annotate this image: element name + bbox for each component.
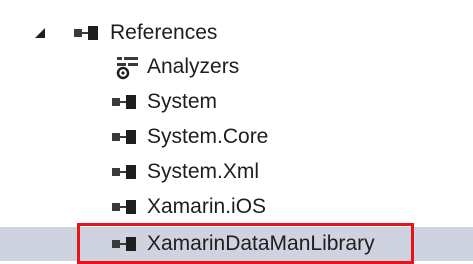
reference-icon [112, 199, 142, 215]
reference-icon [112, 164, 142, 180]
tree-item-label: XamarinDataManLibrary [147, 232, 375, 255]
tree-item-xamarindatamanlibrary[interactable]: XamarinDataManLibrary [0, 227, 473, 261]
references-label: References [110, 21, 218, 44]
tree-item-system-core[interactable]: System.Core [0, 120, 473, 154]
tree-item-xamarin-ios[interactable]: Xamarin.iOS [0, 190, 473, 224]
tree-item-label: Xamarin.iOS [147, 195, 267, 218]
reference-icon [112, 94, 142, 110]
tree-item-system-xml[interactable]: System.Xml [0, 155, 473, 189]
expanded-triangle-icon[interactable] [33, 26, 47, 40]
tree-item-label: Analyzers [147, 55, 240, 78]
reference-icon [112, 129, 142, 145]
solution-explorer-tree: References Analyzers System System.Core … [0, 0, 473, 264]
tree-item-system[interactable]: System [0, 85, 473, 119]
references-icon [74, 25, 104, 41]
reference-icon [112, 236, 142, 252]
tree-item-analyzers[interactable]: Analyzers [0, 50, 473, 84]
tree-item-label: System.Xml [147, 160, 260, 183]
tree-node-references[interactable]: References [0, 16, 473, 50]
tree-item-label: System.Core [147, 125, 269, 148]
tree-row-partial [0, 0, 473, 2]
analyzer-icon [116, 57, 138, 80]
tree-item-label: System [147, 90, 218, 113]
